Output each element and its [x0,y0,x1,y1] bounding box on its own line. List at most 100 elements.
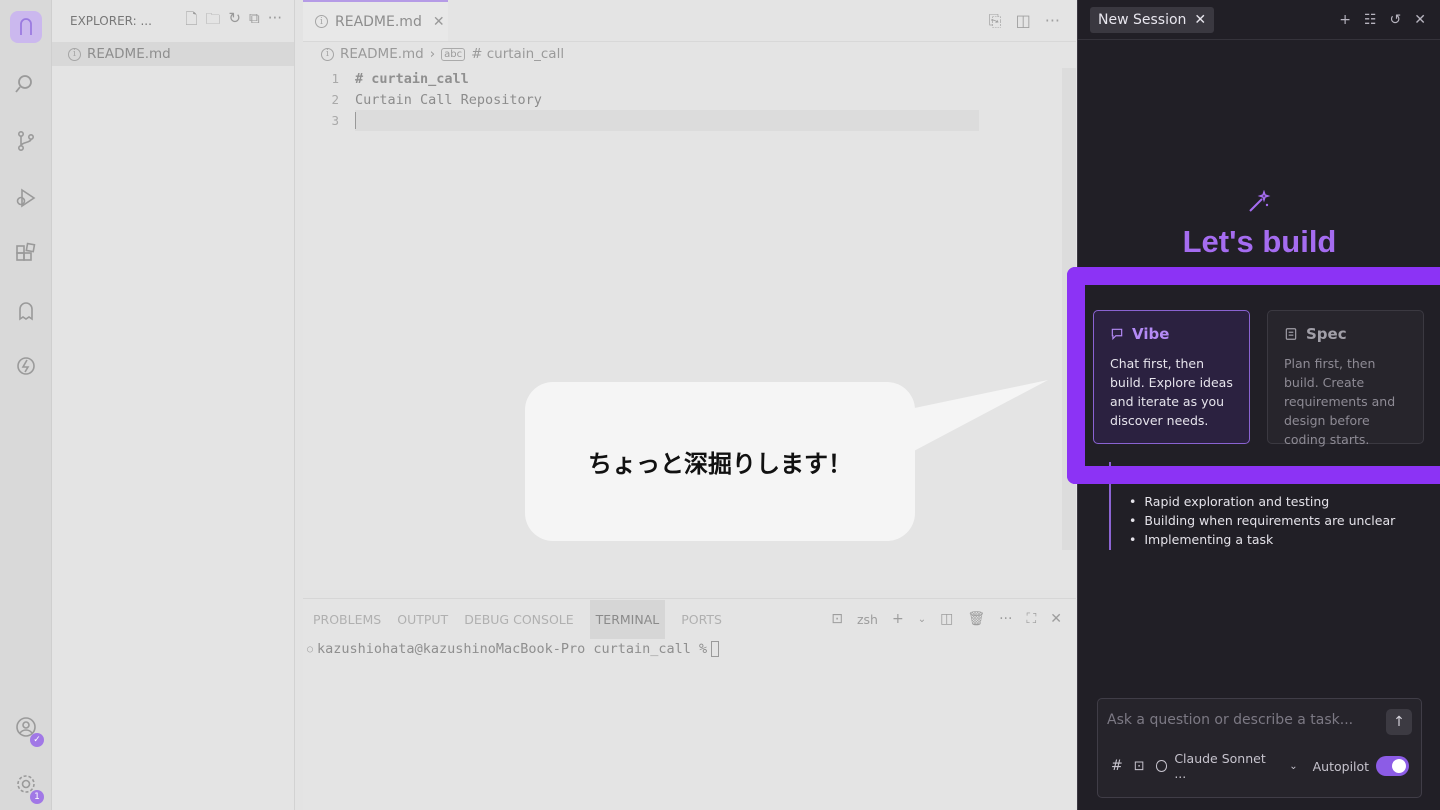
code-area[interactable]: 1 # curtain_call 2 Curtain Call Reposito… [303,68,1076,131]
bottom-panel: PROBLEMS OUTPUT DEBUG CONSOLE TERMINAL P… [303,598,1076,810]
document-icon [1285,328,1297,340]
tab-problems[interactable]: PROBLEMS [313,612,381,627]
kiro-ghost-icon[interactable] [12,297,40,325]
settings-gear-icon[interactable]: 1 [12,770,44,804]
close-panel-icon[interactable]: ✕ [1050,611,1062,627]
session-list-icon[interactable]: ☷ [1364,12,1377,28]
speech-bubble-text: ちょっと深掘りします！ [588,450,852,478]
breadcrumb: i README.md › abc # curtain_call [303,42,1076,66]
tab-readme[interactable]: i README.md ✕ [303,0,448,41]
open-preview-icon[interactable]: ⎘ [989,11,1002,31]
session-tab-label: New Session [1098,11,1187,28]
extensions-icon[interactable] [12,240,40,268]
prompt-circle-icon: ○ [307,643,314,655]
trash-icon[interactable]: 🗑 [967,611,985,627]
chat-header: New Session ✕ + ☷ ↺ ✕ [1078,0,1440,40]
collapse-all-icon[interactable]: ⧉ [249,9,260,34]
spec-title: Spec [1306,325,1347,343]
close-panel-icon[interactable]: ✕ [1414,12,1426,28]
editor-scrollbar[interactable] [1062,68,1076,550]
search-icon[interactable] [12,70,40,98]
more-actions-icon[interactable]: ··· [268,9,282,34]
new-session-icon[interactable]: + [1339,12,1351,28]
model-selector[interactable]: Claude Sonnet ... [1174,751,1278,781]
close-tab-icon[interactable]: ✕ [433,14,445,30]
list-item: Rapid exploration and testing [1129,492,1395,511]
code-line: 2 Curtain Call Repository [331,91,542,108]
run-debug-icon[interactable] [12,184,40,212]
history-icon[interactable]: ↺ [1390,12,1402,28]
chat-panel: New Session ✕ + ☷ ↺ ✕ Let's build Vibe C… [1077,0,1440,810]
code-line: 1 # curtain_call [331,70,469,87]
info-icon: i [68,47,81,61]
chat-bubble-icon [1111,328,1123,341]
split-editor-icon[interactable]: ◫ [1016,11,1031,30]
terminal-shell-icon: ⊡ [831,611,843,627]
speech-bubble: ちょっと深掘りします！ [525,382,915,541]
new-terminal-icon[interactable]: + [892,611,904,627]
bullet-divider [1109,462,1111,492]
split-terminal-icon[interactable]: ◫ [940,611,953,627]
explorer-title: EXPLORER: ... [70,14,152,28]
list-item: Implementing a task [1129,530,1395,549]
page-title: Let's build [1182,224,1337,259]
breadcrumb-symbol[interactable]: # curtain_call [471,46,564,62]
account-check-badge: ✓ [30,733,44,747]
session-tab[interactable]: New Session ✕ [1090,6,1215,33]
activity-bar: ✓ 1 [0,0,52,810]
tab-output[interactable]: OUTPUT [397,612,448,627]
chat-input[interactable]: Ask a question or describe a task... [1107,712,1353,728]
shell-name[interactable]: zsh [857,612,878,627]
vibe-title: Vibe [1132,325,1170,343]
magic-wand-icon [1249,190,1271,212]
editor-tabs: i README.md ✕ ⎘ ◫ ··· [303,0,1076,42]
close-session-icon[interactable]: ✕ [1194,12,1206,28]
file-item-readme[interactable]: i README.md [52,42,294,66]
new-folder-icon[interactable]: 🗀 [205,9,220,34]
tab-ports[interactable]: PORTS [681,612,722,627]
terminal-prompt: kazushiohata@kazushinoMacBook-Pro curtai… [317,641,708,657]
symbol-icon: abc [441,47,466,61]
tab-label: README.md [335,13,422,30]
vibe-description: Chat first, then build. Explore ideas an… [1110,356,1233,428]
source-control-icon[interactable] [12,127,40,155]
maximize-panel-icon[interactable]: ⛶ [1026,611,1036,627]
kiro-logo-icon[interactable] [10,11,42,43]
tab-terminal[interactable]: TERMINAL [589,599,666,639]
file-name: README.md [87,46,171,62]
more-actions-icon[interactable]: ··· [999,611,1012,627]
breadcrumb-file[interactable]: README.md [340,46,424,62]
chat-composer: Ask a question or describe a task... ↑ #… [1097,698,1422,798]
hash-context-icon[interactable]: # [1111,758,1123,774]
model-status-icon [1155,760,1168,772]
list-item: Building when requirements are unclear [1129,511,1395,530]
chevron-down-icon[interactable]: ⌄ [918,614,926,625]
specs-icon[interactable] [12,352,40,380]
new-file-icon[interactable]: 🗋 [185,9,197,34]
more-actions-icon[interactable]: ··· [1045,11,1060,30]
panel-tabs: PROBLEMS OUTPUT DEBUG CONSOLE TERMINAL P… [303,599,1076,639]
info-icon: i [315,15,328,28]
terminal[interactable]: ○ kazushiohata@kazushinoMacBook-Pro curt… [303,639,1076,659]
tab-debug-console[interactable]: DEBUG CONSOLE [464,612,573,627]
refresh-icon[interactable]: ↻ [228,9,241,34]
send-button[interactable]: ↑ [1386,709,1412,735]
explorer-header: EXPLORER: ... 🗋 🗀 ↻ ⧉ ··· [52,0,294,42]
chevron-right-icon: › [429,46,436,62]
explorer-sidebar: EXPLORER: ... 🗋 🗀 ↻ ⧉ ··· i README.md [52,0,295,810]
image-attach-icon[interactable]: ⊡ [1134,759,1145,774]
vibe-mode-card[interactable]: Vibe Chat first, then build. Explore ide… [1093,310,1250,444]
code-text: Curtain Call Repository [355,91,542,108]
account-icon[interactable]: ✓ [12,713,44,747]
vibe-feature-list: Rapid exploration and testing Building w… [1109,492,1395,550]
autopilot-label: Autopilot [1312,758,1370,774]
spec-mode-card[interactable]: Spec Plan first, then build. Create requ… [1267,310,1424,447]
settings-badge: 1 [30,790,44,804]
terminal-cursor [711,641,720,657]
spec-description: Plan first, then build. Create requireme… [1284,356,1396,447]
code-text: # curtain_call [355,70,469,87]
chevron-down-icon[interactable]: ⌄ [1289,761,1297,772]
code-line: 3 [303,110,1076,131]
autopilot-toggle[interactable] [1376,756,1409,776]
current-line [355,110,979,131]
